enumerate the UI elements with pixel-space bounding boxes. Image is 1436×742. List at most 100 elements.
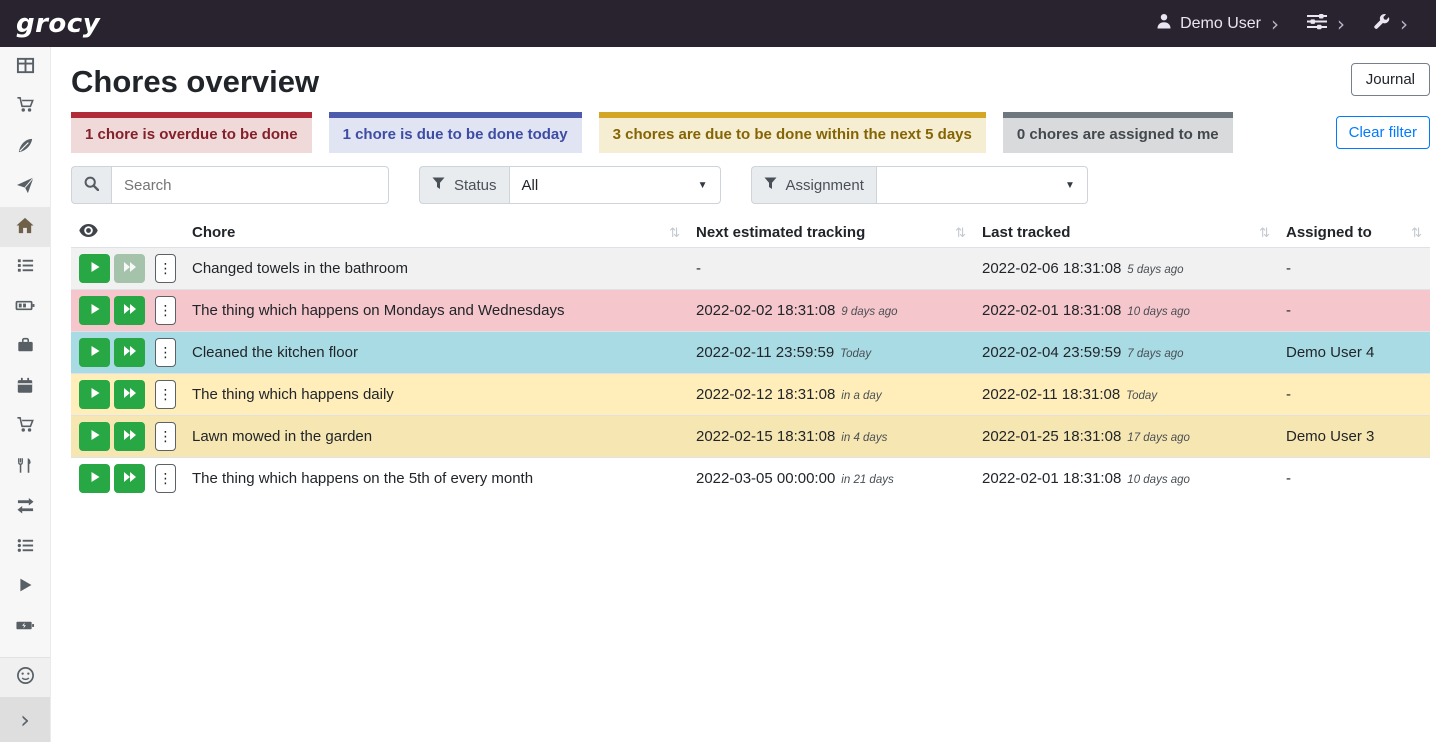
chore-row: ⋮ The thing which happens on the 5th of … — [71, 458, 1430, 500]
skip-execution-button[interactable] — [114, 422, 145, 451]
sidebar-item-meal-plan[interactable] — [0, 167, 50, 207]
table-header-row: Chore⇅ Next estimated tracking⇅ Last tra… — [71, 218, 1430, 248]
track-execution-button[interactable] — [79, 422, 110, 451]
chevron-right-icon: › — [20, 706, 30, 734]
status-banner[interactable]: 0 chores are assigned to me — [1003, 112, 1233, 154]
header-chore[interactable]: Chore⇅ — [184, 218, 688, 248]
journal-button[interactable]: Journal — [1351, 63, 1430, 96]
sidebar-collapse-toggle[interactable]: › — [0, 697, 50, 742]
chore-row: ⋮ Lawn mowed in the garden 2022-02-15 18… — [71, 416, 1430, 458]
search-input[interactable] — [111, 166, 389, 204]
track-execution-button[interactable] — [79, 254, 110, 283]
status-banner[interactable]: 1 chore is overdue to be done — [71, 112, 312, 154]
search-prefix — [71, 166, 111, 204]
sidebar-item-consume[interactable] — [0, 447, 50, 487]
assignment-filter-group: Assignment ▼ — [751, 166, 1088, 204]
chevron-right-icon: › — [1400, 14, 1408, 34]
list-icon — [16, 536, 35, 559]
assigned-user: Demo User 4 — [1286, 344, 1374, 361]
sidebar-item-recipes[interactable] — [0, 127, 50, 167]
status-banner[interactable]: 3 chores are due to be done within the n… — [599, 112, 986, 154]
fast-forward-icon — [123, 345, 137, 360]
clear-filter-button[interactable]: Clear filter — [1336, 116, 1430, 149]
last-tracked-time: 2022-02-01 18:31:08 — [982, 470, 1121, 487]
purchase-cart-icon — [16, 416, 35, 438]
assigned-user: - — [1286, 260, 1291, 277]
track-execution-button[interactable] — [79, 380, 110, 409]
play-icon — [89, 345, 101, 360]
sort-icon: ⇅ — [1259, 226, 1270, 241]
row-actions-cell: ⋮ — [71, 458, 184, 500]
header-assigned-to[interactable]: Assigned to⇅ — [1278, 218, 1430, 248]
chore-row: ⋮ The thing which happens on Mondays and… — [71, 290, 1430, 332]
sidebar-item-equipment[interactable] — [0, 327, 50, 367]
sidebar-item-inventory[interactable] — [0, 527, 50, 567]
sidebar-item-calendar[interactable] — [0, 367, 50, 407]
last-tracked-time: 2022-02-04 23:59:59 — [982, 344, 1121, 361]
assigned-user: - — [1286, 302, 1291, 319]
sidebar-item-battery-tracking[interactable] — [0, 607, 50, 647]
next-tracking-timeago: in a day — [841, 390, 881, 402]
last-tracked-time: 2022-02-01 18:31:08 — [982, 302, 1121, 319]
sort-icon: ⇅ — [955, 226, 966, 241]
sidebar-item-batteries[interactable] — [0, 287, 50, 327]
chore-name: The thing which happens on Mondays and W… — [192, 302, 564, 319]
skip-execution-button[interactable] — [114, 464, 145, 493]
skip-execution-button[interactable] — [114, 380, 145, 409]
sidebar-item-user[interactable] — [0, 657, 50, 697]
track-execution-button[interactable] — [79, 296, 110, 325]
header-next-estimated-tracking[interactable]: Next estimated tracking⇅ — [688, 218, 974, 248]
briefcase-icon — [16, 336, 35, 358]
chores-table: Chore⇅ Next estimated tracking⇅ Last tra… — [71, 218, 1430, 499]
transfer-arrows-icon — [16, 497, 35, 518]
row-actions-cell: ⋮ — [71, 248, 184, 290]
row-menu-button[interactable]: ⋮ — [155, 338, 176, 367]
user-menu[interactable]: Demo User › — [1156, 13, 1279, 34]
play-icon — [89, 429, 101, 444]
row-menu-button[interactable]: ⋮ — [155, 464, 176, 493]
home-icon — [15, 216, 35, 239]
page-title: Chores overview — [71, 63, 319, 102]
last-tracked-timeago: Today — [1126, 390, 1157, 402]
user-menu-label: Demo User — [1180, 15, 1261, 33]
admin-menu[interactable]: › — [1373, 13, 1408, 35]
calendar-icon — [16, 376, 34, 399]
track-execution-button[interactable] — [79, 464, 110, 493]
row-menu-button[interactable]: ⋮ — [155, 254, 176, 283]
sidebar-item-shopping-list[interactable] — [0, 87, 50, 127]
sidebar-item-chores-overview[interactable] — [0, 207, 50, 247]
last-tracked-timeago: 5 days ago — [1127, 264, 1183, 276]
chore-name: Changed towels in the bathroom — [192, 260, 408, 277]
play-icon — [89, 303, 101, 318]
skip-execution-button[interactable] — [114, 338, 145, 367]
assignment-select[interactable]: ▼ — [876, 166, 1088, 204]
row-menu-button[interactable]: ⋮ — [155, 422, 176, 451]
sidebar-item-purchase[interactable] — [0, 407, 50, 447]
skip-execution-button[interactable] — [114, 296, 145, 325]
play-icon — [89, 261, 101, 276]
grocy-logo[interactable]: grocy — [16, 11, 100, 37]
sidebar-item-tasks[interactable] — [0, 247, 50, 287]
settings-menu[interactable]: › — [1307, 13, 1345, 35]
sidebar-item-dashboard[interactable] — [0, 47, 50, 87]
status-banner[interactable]: 1 chore is due to be done today — [329, 112, 582, 154]
search-group — [71, 166, 389, 204]
row-menu-button[interactable]: ⋮ — [155, 296, 176, 325]
row-menu-button[interactable]: ⋮ — [155, 380, 176, 409]
tasks-list-icon — [16, 256, 35, 279]
chevron-right-icon: › — [1271, 14, 1279, 34]
status-select[interactable]: All ▼ — [509, 166, 721, 204]
column-visibility-header[interactable] — [71, 218, 184, 248]
play-icon — [89, 471, 101, 486]
row-actions-cell: ⋮ — [71, 416, 184, 458]
chore-name: The thing which happens on the 5th of ev… — [192, 470, 533, 487]
last-tracked-time: 2022-02-11 18:31:08 — [982, 386, 1120, 403]
sidebar-item-chore-tracking[interactable] — [0, 567, 50, 607]
main-content: Chores overview Journal 1 chore is overd… — [51, 47, 1436, 742]
track-execution-button[interactable] — [79, 338, 110, 367]
filter-funnel-icon — [432, 177, 445, 194]
sidebar-item-transfer[interactable] — [0, 487, 50, 527]
status-filter-group: Status All ▼ — [419, 166, 721, 204]
skip-execution-button[interactable] — [114, 254, 145, 283]
header-last-tracked[interactable]: Last tracked⇅ — [974, 218, 1278, 248]
